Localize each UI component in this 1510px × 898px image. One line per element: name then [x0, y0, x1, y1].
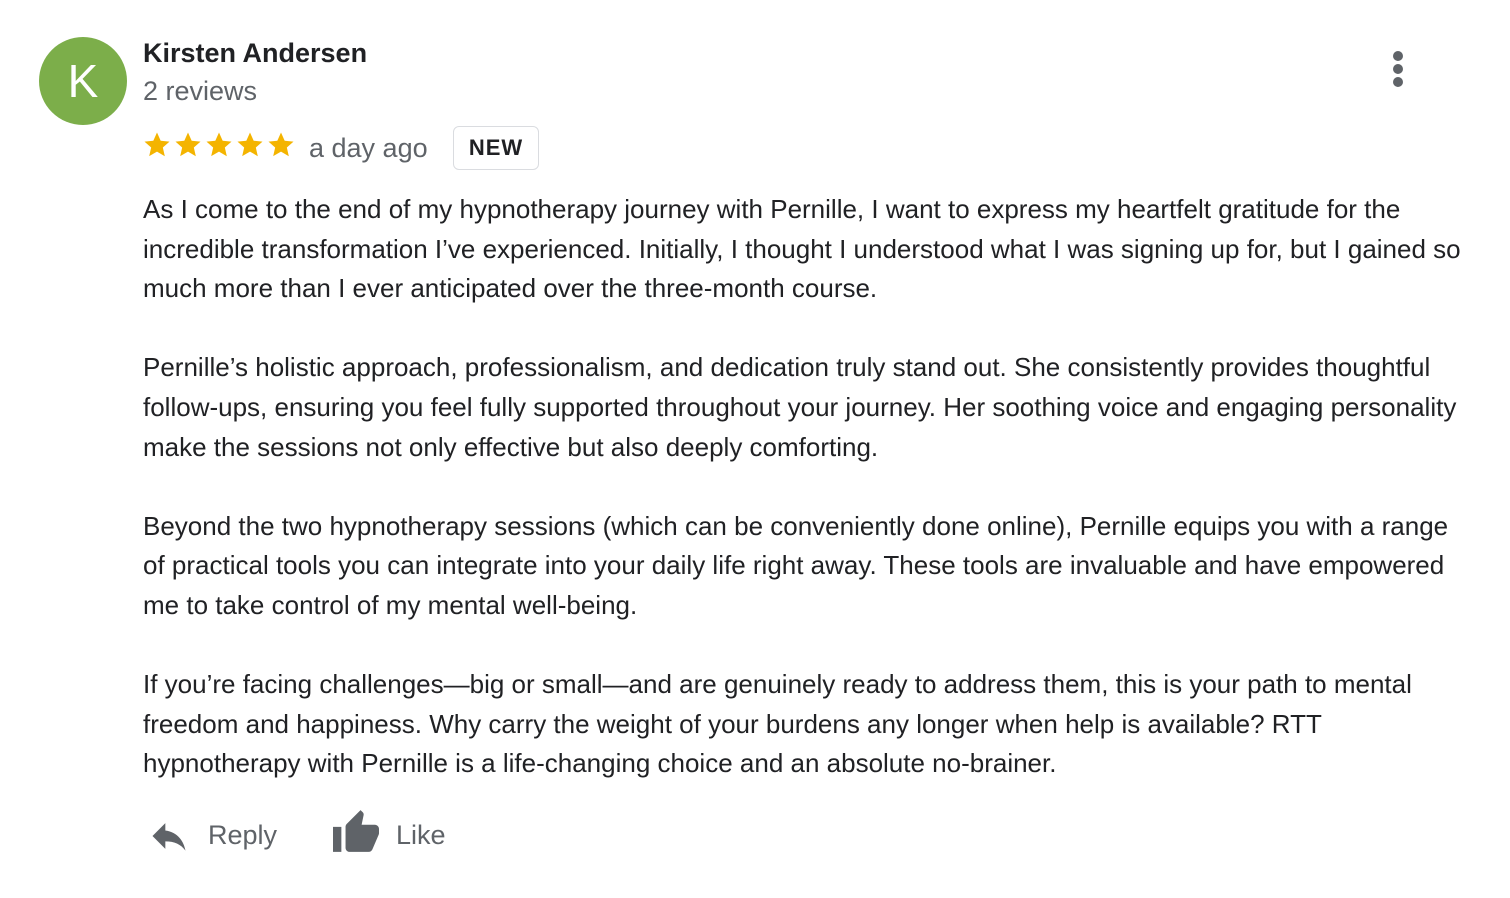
thumbs-up-icon [333, 810, 379, 852]
author-name[interactable]: Kirsten Andersen [143, 36, 367, 70]
star-icon [175, 132, 201, 157]
more-options-button[interactable] [1378, 46, 1418, 92]
review-paragraph: As I come to the end of my hypnotherapy … [143, 194, 1461, 304]
reply-icon [152, 823, 186, 851]
star-rating [142, 130, 294, 160]
star-icon [268, 132, 294, 157]
avatar-initial: K [67, 55, 99, 107]
review-date: a day ago [309, 133, 428, 163]
like-label: Like [396, 820, 446, 850]
avatar[interactable]: K [39, 37, 127, 125]
new-badge: NEW [453, 126, 539, 170]
reply-button[interactable]: Reply [146, 808, 296, 864]
review-paragraph: If you’re facing challenges—big or small… [143, 669, 1412, 779]
like-button[interactable]: Like [330, 808, 460, 864]
review-paragraph: Beyond the two hypnotherapy sessions (wh… [143, 510, 1449, 620]
reply-label: Reply [208, 820, 278, 850]
rating-row: a day ago NEW [142, 126, 742, 174]
review-paragraph: Pernille’s holistic approach, profession… [143, 352, 1457, 462]
star-icon [206, 132, 232, 157]
review-text: As I come to the end of my hypnotherapy … [143, 190, 1473, 824]
star-icon [237, 132, 263, 157]
review-count[interactable]: 2 reviews [143, 74, 257, 108]
star-icon [144, 132, 170, 157]
